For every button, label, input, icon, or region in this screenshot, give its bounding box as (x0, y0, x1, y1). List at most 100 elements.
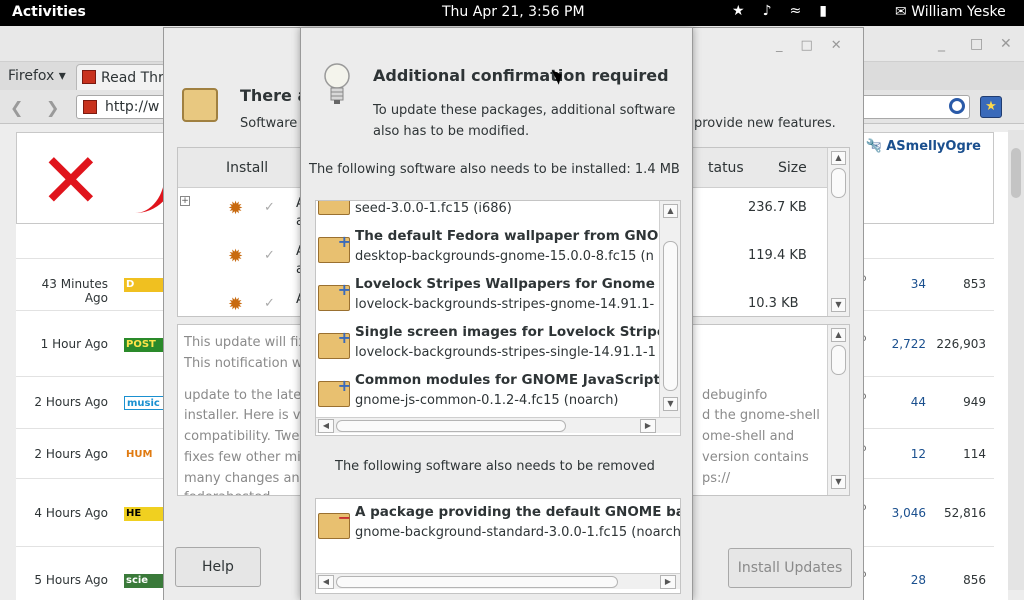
forward-icon[interactable]: ❯ (46, 98, 59, 117)
scrollbar-thumb[interactable] (663, 241, 678, 391)
package-add-icon (318, 328, 351, 359)
comment-count[interactable]: 28 (878, 573, 926, 587)
view-count: 949 (963, 395, 986, 409)
thread-time: 4 Hours Ago (34, 506, 108, 520)
minimize-icon[interactable]: _ (776, 38, 783, 53)
install-updates-button[interactable]: Install Updates (728, 548, 852, 588)
url-favicon-icon (83, 100, 97, 114)
url-bar[interactable]: http://w (76, 95, 166, 119)
scrollbar-thumb[interactable] (1011, 148, 1021, 198)
firefox-menu-button[interactable]: Firefox ▾ (8, 68, 66, 84)
update-size: 236.7 KB (748, 200, 807, 215)
close-icon[interactable]: ✕ (1000, 36, 1012, 52)
user-menu[interactable]: ✉ William Yeske (895, 4, 1006, 20)
network-icon[interactable]: ≈ (790, 3, 802, 19)
comment-count[interactable]: 34 (878, 277, 926, 291)
column-status[interactable]: tatus (708, 160, 744, 176)
page-scrollbar[interactable] (1008, 130, 1024, 590)
software-update-icon (182, 88, 218, 122)
tab-read-thread[interactable]: Read Thre (76, 64, 166, 90)
username-link[interactable]: 🔧 ASmellyOgre (866, 139, 981, 154)
maximize-icon[interactable]: □ (970, 36, 983, 52)
scrollbar-thumb[interactable] (336, 420, 566, 432)
scrollbar-thumb[interactable] (831, 168, 846, 198)
scroll-down-icon[interactable]: ▼ (663, 397, 678, 411)
remove-list-hscrollbar[interactable]: ◀ ▶ (316, 573, 680, 589)
scroll-up-icon[interactable]: ▲ (831, 151, 846, 165)
list-item[interactable]: Common modules for GNOME JavaScript in g… (316, 371, 679, 419)
install-checkbox[interactable]: ✓ (264, 200, 275, 215)
site-logo-x-icon: ✕ (39, 136, 103, 225)
desc-line: This notification w (184, 356, 303, 371)
help-button[interactable]: Help (175, 547, 261, 587)
scroll-up-icon[interactable]: ▲ (831, 328, 846, 342)
view-count: 226,903 (936, 337, 986, 351)
volume-icon[interactable]: ♪ (763, 3, 772, 19)
accessibility-icon[interactable]: ★ (732, 3, 745, 19)
battery-icon[interactable]: ▮ (819, 3, 827, 19)
package-add-icon (318, 376, 351, 407)
package-name: The default Fedora wallpaper from GNOME (355, 228, 681, 244)
scroll-down-icon[interactable]: ▼ (831, 298, 846, 312)
package-id: gnome-js-common-0.1.2-4.fc15 (noarch) (355, 393, 619, 408)
update-subtitle-right: provide new features. (694, 116, 836, 131)
comment-count[interactable]: 3,046 (878, 506, 926, 520)
desc-line: debuginfo (702, 388, 768, 403)
thread-time: 43 Minutes Ago (41, 277, 108, 305)
package-id: seed-3.0.0-1.fc15 (i686) (355, 201, 512, 216)
list-item[interactable]: Single screen images for Lovelock Stripe… (316, 323, 680, 371)
clock[interactable]: Thu Apr 21, 3:56 PM (442, 4, 585, 20)
minimize-icon[interactable]: _ (938, 36, 945, 52)
description-scrollbar[interactable]: ▲ ▼ (827, 325, 849, 495)
install-list-scrollbar[interactable]: ▲ ▼ (659, 201, 680, 417)
scroll-up-icon[interactable]: ▲ (663, 204, 678, 218)
user-name: William Yeske (911, 4, 1006, 20)
scroll-left-icon[interactable]: ◀ (318, 419, 334, 433)
update-size: 10.3 KB (748, 296, 799, 311)
desc-line: update to the late (184, 388, 302, 403)
install-checkbox[interactable]: ✓ (264, 248, 275, 263)
maximize-icon[interactable]: □ (801, 38, 813, 53)
source-logo: HE (124, 507, 164, 521)
desc-line: compatibility. Twe (184, 429, 300, 444)
package-id: gnome-background-standard-3.0.0-1.fc15 (… (355, 525, 681, 540)
back-icon[interactable]: ❮ (10, 98, 23, 117)
search-icon[interactable] (949, 98, 965, 114)
close-icon[interactable]: ✕ (831, 38, 842, 53)
comment-count[interactable]: 44 (878, 395, 926, 409)
confirmation-dialog: Additional confirmation required To upda… (300, 27, 693, 600)
install-checkbox[interactable]: ✓ (264, 296, 275, 311)
remove-header: The following software also needs to be … (335, 459, 655, 474)
window-controls: _ □ ✕ (776, 38, 842, 53)
bookmark-star-icon[interactable]: ★ (980, 96, 1002, 118)
column-size[interactable]: Size (778, 160, 807, 176)
comment-count[interactable]: 2,722 (878, 337, 926, 351)
scroll-down-icon[interactable]: ▼ (831, 475, 846, 489)
thread-time: 1 Hour Ago (40, 337, 108, 351)
column-install[interactable]: Install (226, 160, 268, 176)
update-subtitle: Software (240, 116, 298, 131)
scrollbar-thumb[interactable] (831, 345, 846, 375)
list-item[interactable]: Lovelock Stripes Wallpapers for Gnome lo… (316, 275, 661, 323)
list-item[interactable]: seed-3.0.0-1.fc15 (i686) (316, 201, 661, 227)
package-add-icon (318, 201, 351, 215)
expand-icon[interactable]: + (180, 196, 190, 206)
package-name: Single screen images for Lovelock Stripe… (355, 324, 681, 340)
scroll-left-icon[interactable]: ◀ (318, 575, 334, 589)
source-logo: scie (124, 574, 164, 588)
dialog-title: Additional confirmation required (373, 66, 669, 85)
update-title: There a (240, 86, 309, 105)
desc-line: d the gnome-shell (702, 408, 820, 423)
package-name: Lovelock Stripes Wallpapers for Gnome (355, 276, 655, 292)
scroll-right-icon[interactable]: ▶ (660, 575, 676, 589)
activities-button[interactable]: Activities (12, 4, 86, 20)
update-type-icon: ✹ (228, 198, 244, 219)
updates-scrollbar[interactable]: ▲ ▼ (827, 148, 849, 316)
scrollbar-thumb[interactable] (336, 576, 618, 588)
package-id: lovelock-backgrounds-stripes-single-14.9… (355, 345, 656, 360)
list-item[interactable]: The default Fedora wallpaper from GNOME … (316, 227, 680, 275)
list-item[interactable]: A package providing the default GNOME ba… (316, 503, 680, 551)
scroll-right-icon[interactable]: ▶ (640, 419, 656, 433)
comment-count[interactable]: 12 (878, 447, 926, 461)
install-list-hscrollbar[interactable]: ◀ ▶ (316, 417, 680, 433)
